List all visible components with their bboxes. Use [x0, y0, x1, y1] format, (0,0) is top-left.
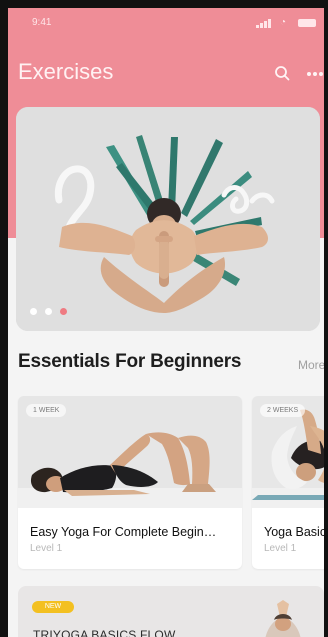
exercise-level: Level 1 — [30, 543, 63, 554]
carousel-dot[interactable] — [30, 308, 37, 315]
battery-icon — [298, 19, 316, 27]
exercise-level: Level 1 — [264, 543, 297, 554]
new-badge: NEW — [32, 601, 74, 613]
duration-badge: 2 WEEKS — [260, 404, 306, 417]
exercise-title: Easy Yoga For Complete Begin… — [30, 525, 217, 539]
wifi-icon: ◔ — [280, 17, 287, 28]
program-thumbnail — [248, 600, 318, 637]
section-title: Essentials For Beginners — [18, 351, 242, 372]
status-time: 9:41 — [32, 17, 52, 28]
signal-icon — [256, 19, 272, 28]
more-icon[interactable] — [306, 71, 324, 77]
carousel-dot[interactable] — [45, 308, 52, 315]
search-icon[interactable] — [274, 65, 290, 81]
status-bar: 9:41 ◔ — [8, 8, 324, 42]
featured-banner[interactable] — [16, 107, 320, 331]
page-title: Exercises — [18, 59, 114, 84]
program-card[interactable]: NEW TRIYOGA BASICS FLOW — [18, 586, 324, 637]
carousel-indicator — [30, 308, 67, 315]
more-link[interactable]: More — [298, 358, 324, 372]
app-screen: 9:41 ◔ Exercises Essentials For Beginner… — [8, 8, 324, 637]
exercise-title: Yoga Basic — [264, 525, 324, 539]
carousel-dot-active[interactable] — [60, 308, 67, 315]
program-title: TRIYOGA BASICS FLOW — [33, 628, 176, 637]
exercise-card[interactable]: 1 WEEK Easy Yoga For Complete Begin… Lev… — [18, 396, 242, 569]
duration-badge: 1 WEEK — [26, 404, 67, 417]
hero-illustration — [16, 107, 320, 331]
exercise-card[interactable]: 2 WEEKS Yoga Basic Level 1 — [252, 396, 324, 569]
